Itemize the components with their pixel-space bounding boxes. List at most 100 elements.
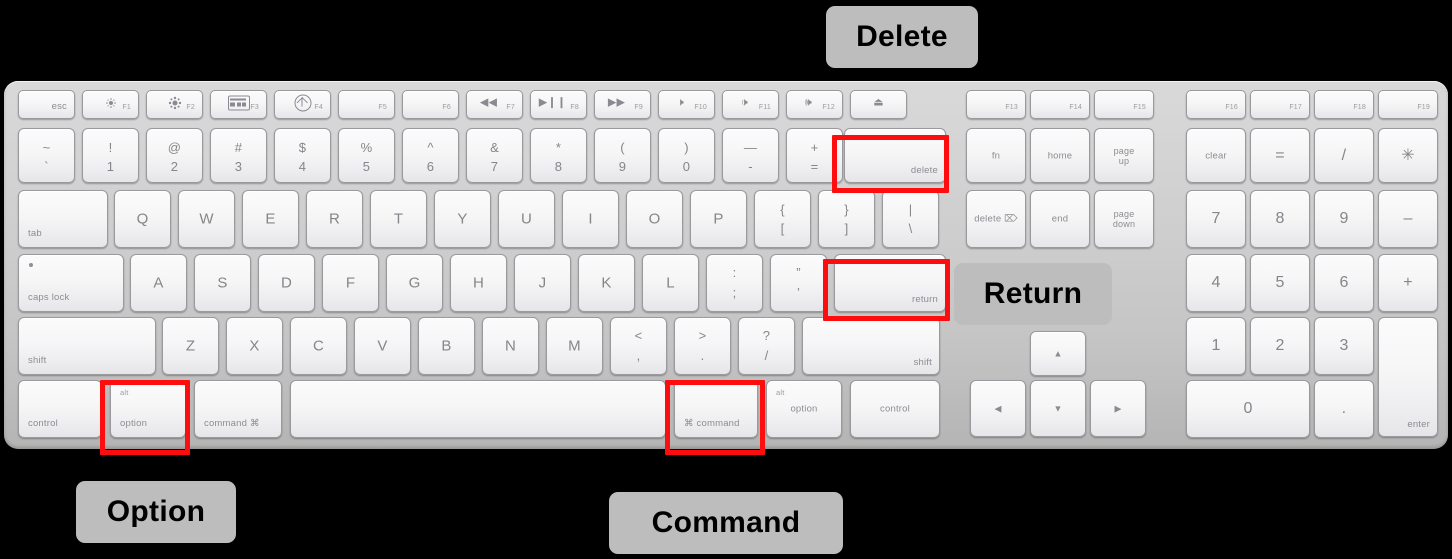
key-f19[interactable]: F19 (1378, 90, 1438, 119)
key-n[interactable]: N (482, 317, 539, 375)
key-num6[interactable]: 6 (1314, 254, 1374, 312)
key-num-period[interactable]: . (1314, 380, 1374, 438)
key-home[interactable]: home (1030, 128, 1090, 183)
key-eject[interactable]: ⏏ (850, 90, 907, 119)
key-arrow-up[interactable]: ▲ (1030, 331, 1086, 376)
key-f16[interactable]: F16 (1186, 90, 1246, 119)
key-f5[interactable]: F5 (338, 90, 395, 119)
key-backtick[interactable]: ~ ` (18, 128, 75, 183)
key-equal[interactable]: + = (786, 128, 843, 183)
key-f[interactable]: F (322, 254, 379, 312)
key-digit0[interactable]: ) 0 (658, 128, 715, 183)
key-arrow-down[interactable]: ▼ (1030, 380, 1086, 437)
key-arrow-left[interactable]: ◀ (970, 380, 1026, 437)
key-f15[interactable]: F15 (1094, 90, 1154, 119)
key-p[interactable]: P (690, 190, 747, 248)
key-digit4[interactable]: $4 (274, 128, 331, 183)
key-digit6[interactable]: ^ 6 (402, 128, 459, 183)
key-j[interactable]: J (514, 254, 571, 312)
key-f14[interactable]: F14 (1030, 90, 1090, 119)
key-num4[interactable]: 4 (1186, 254, 1246, 312)
key-b[interactable]: B (418, 317, 475, 375)
key-f7[interactable]: F7 ◀◀ (466, 90, 523, 119)
key-o[interactable]: O (626, 190, 683, 248)
key-digit9[interactable]: (9 (594, 128, 651, 183)
key-z[interactable]: Z (162, 317, 219, 375)
key-minus[interactable]: — - (722, 128, 779, 183)
key-e[interactable]: E (242, 190, 299, 248)
key-capslock[interactable]: caps lock (18, 254, 124, 312)
key-num-minus[interactable]: – (1378, 190, 1438, 248)
key-num0[interactable]: 0 (1186, 380, 1310, 438)
key-c[interactable]: C (290, 317, 347, 375)
key-digit5[interactable]: % 5 (338, 128, 395, 183)
key-end[interactable]: end (1030, 190, 1090, 248)
key-num5[interactable]: 5 (1250, 254, 1310, 312)
key-a[interactable]: A (130, 254, 187, 312)
key-r[interactable]: R (306, 190, 363, 248)
key-num2[interactable]: 2 (1250, 317, 1310, 375)
key-num-divide[interactable]: / (1314, 128, 1374, 183)
key-quote[interactable]: ”’ (770, 254, 827, 312)
key-s[interactable]: S (194, 254, 251, 312)
key-num1[interactable]: 1 (1186, 317, 1246, 375)
key-command-right[interactable]: ⌘ command (674, 380, 758, 438)
key-i[interactable]: I (562, 190, 619, 248)
key-control-right[interactable]: control (850, 380, 940, 438)
key-g[interactable]: G (386, 254, 443, 312)
key-slash[interactable]: ? / (738, 317, 795, 375)
key-delete[interactable]: delete (844, 128, 946, 183)
key-return[interactable]: return (834, 254, 946, 312)
key-f10[interactable]: F10 🕨 (658, 90, 715, 119)
key-num3[interactable]: 3 (1314, 317, 1374, 375)
key-shift-right[interactable]: shift (802, 317, 940, 375)
key-f3[interactable]: F3 (210, 90, 267, 119)
key-f4[interactable]: F4 (274, 90, 331, 119)
key-h[interactable]: H (450, 254, 507, 312)
key-num-enter[interactable]: enter (1378, 317, 1438, 437)
key-x[interactable]: X (226, 317, 283, 375)
key-backslash[interactable]: | \ (882, 190, 939, 248)
key-digit2[interactable]: @2 (146, 128, 203, 183)
key-digit7[interactable]: & 7 (466, 128, 523, 183)
key-num-multiply[interactable]: ✳ (1378, 128, 1438, 183)
key-comma[interactable]: <, (610, 317, 667, 375)
key-num8[interactable]: 8 (1250, 190, 1310, 248)
key-f6[interactable]: F6 (402, 90, 459, 119)
key-num7[interactable]: 7 (1186, 190, 1246, 248)
key-control-left[interactable]: control (18, 380, 102, 438)
key-forward-delete[interactable]: delete ⌦ (966, 190, 1026, 248)
key-f13[interactable]: F13 (966, 90, 1026, 119)
key-digit8[interactable]: * 8 (530, 128, 587, 183)
key-esc[interactable]: esc (18, 90, 75, 119)
key-fn[interactable]: fn (966, 128, 1026, 183)
key-semicolon[interactable]: :; (706, 254, 763, 312)
key-digit1[interactable]: ! 1 (82, 128, 139, 183)
key-option-left[interactable]: alt option (110, 380, 186, 438)
key-l[interactable]: L (642, 254, 699, 312)
key-num-equal[interactable]: = (1250, 128, 1310, 183)
key-command-left[interactable]: command ⌘ (194, 380, 282, 438)
key-space[interactable] (290, 380, 666, 438)
key-f8[interactable]: F8 ▶❙❙ (530, 90, 587, 119)
key-period[interactable]: >. (674, 317, 731, 375)
key-m[interactable]: M (546, 317, 603, 375)
key-tab[interactable]: tab (18, 190, 108, 248)
key-num9[interactable]: 9 (1314, 190, 1374, 248)
key-v[interactable]: V (354, 317, 411, 375)
key-f9[interactable]: F9 ▶▶ (594, 90, 651, 119)
key-digit3[interactable]: #3 (210, 128, 267, 183)
key-clear[interactable]: clear (1186, 128, 1246, 183)
key-option-right[interactable]: alt option (766, 380, 842, 438)
key-d[interactable]: D (258, 254, 315, 312)
key-arrow-right[interactable]: ▶ (1090, 380, 1146, 437)
key-pageup[interactable]: page up (1094, 128, 1154, 183)
key-f17[interactable]: F17 (1250, 90, 1310, 119)
key-shift-left[interactable]: shift (18, 317, 156, 375)
key-k[interactable]: K (578, 254, 635, 312)
key-bracketleft[interactable]: {[ (754, 190, 811, 248)
key-y[interactable]: Y (434, 190, 491, 248)
key-f18[interactable]: F18 (1314, 90, 1374, 119)
key-f11[interactable]: F11 🕩 (722, 90, 779, 119)
key-q[interactable]: Q (114, 190, 171, 248)
